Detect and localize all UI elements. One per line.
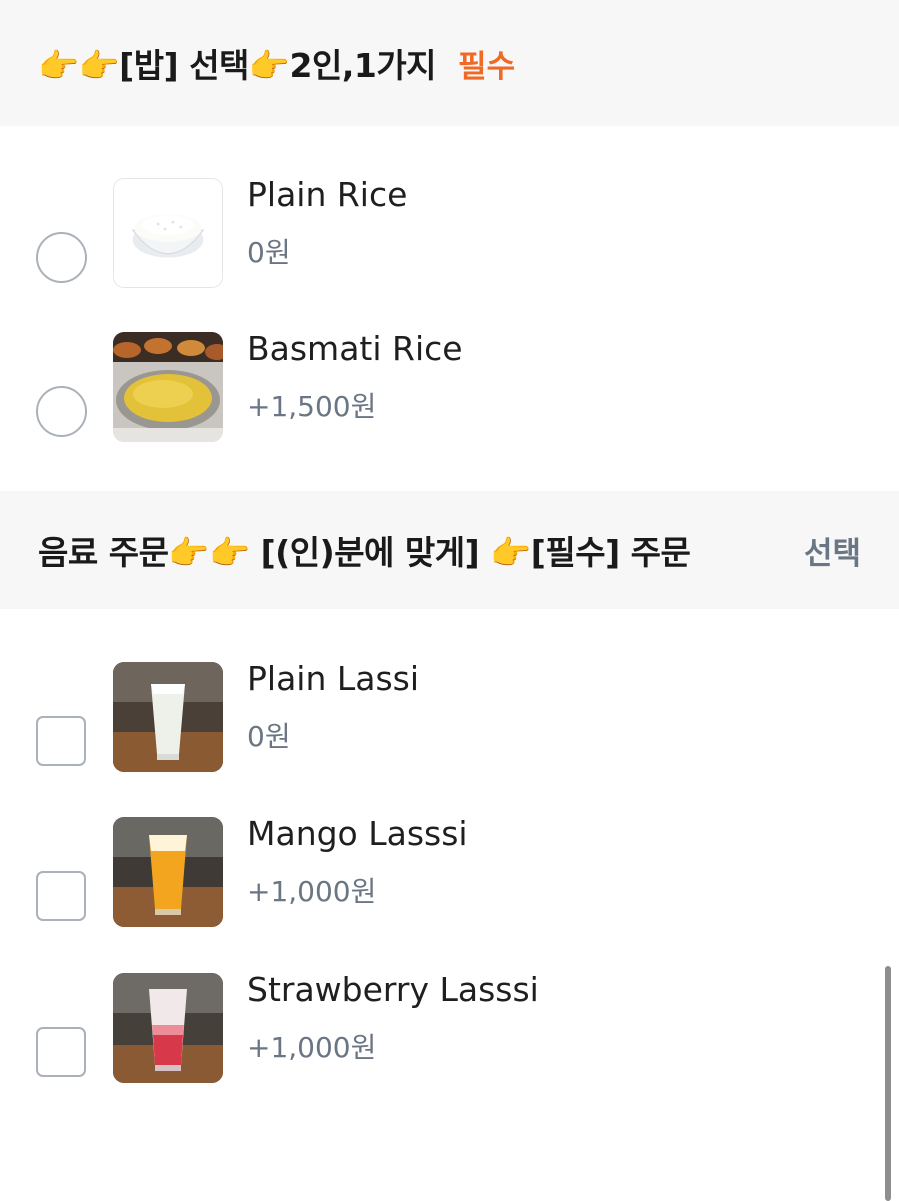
drink-section-header: 음료 주문👉👉 [(인)분에 맞게] 👉[필수] 주문 선택	[0, 491, 899, 609]
option-name: Plain Lassi	[247, 659, 420, 698]
option-name: Basmati Rice	[247, 329, 463, 368]
basmati-rice-image	[113, 332, 223, 442]
required-badge: 필수	[458, 48, 516, 85]
option-price: +1,000원	[247, 875, 377, 908]
option-name: Strawberry Lasssi	[247, 970, 539, 1009]
option-name: Plain Rice	[247, 175, 408, 214]
mango-lassi-image	[113, 817, 223, 927]
option-price: +1,500원	[247, 390, 377, 423]
optional-badge: 선택	[803, 535, 861, 572]
checkbox[interactable]	[36, 716, 86, 766]
option-price: 0원	[247, 236, 291, 269]
option-mango-lassi[interactable]: Mango Lasssi +1,000원	[0, 814, 899, 974]
rice-section-header: 👉👉[밥] 선택👉2인,1가지 필수	[0, 0, 899, 126]
radio-button[interactable]	[36, 386, 87, 437]
option-price: +1,000원	[247, 1031, 377, 1064]
strawberry-lassi-image	[113, 973, 223, 1083]
option-name: Mango Lasssi	[247, 814, 468, 853]
option-strawberry-lassi[interactable]: Strawberry Lasssi +1,000원	[0, 970, 899, 1130]
option-plain-lassi[interactable]: Plain Lassi 0원	[0, 659, 899, 819]
option-basmati-rice[interactable]: Basmati Rice +1,500원	[0, 329, 899, 489]
scrollbar[interactable]	[885, 966, 891, 1201]
plain-lassi-image	[113, 662, 223, 772]
checkbox[interactable]	[36, 1027, 86, 1077]
radio-button[interactable]	[36, 232, 87, 283]
drink-section-title: 음료 주문👉👉 [(인)분에 맞게] 👉[필수] 주문	[38, 533, 691, 572]
checkbox[interactable]	[36, 871, 86, 921]
plain-rice-image	[113, 178, 223, 288]
option-price: 0원	[247, 720, 291, 753]
rice-section-title: 👉👉[밥] 선택👉2인,1가지	[38, 46, 437, 85]
option-plain-rice[interactable]: Plain Rice 0원	[0, 175, 899, 335]
